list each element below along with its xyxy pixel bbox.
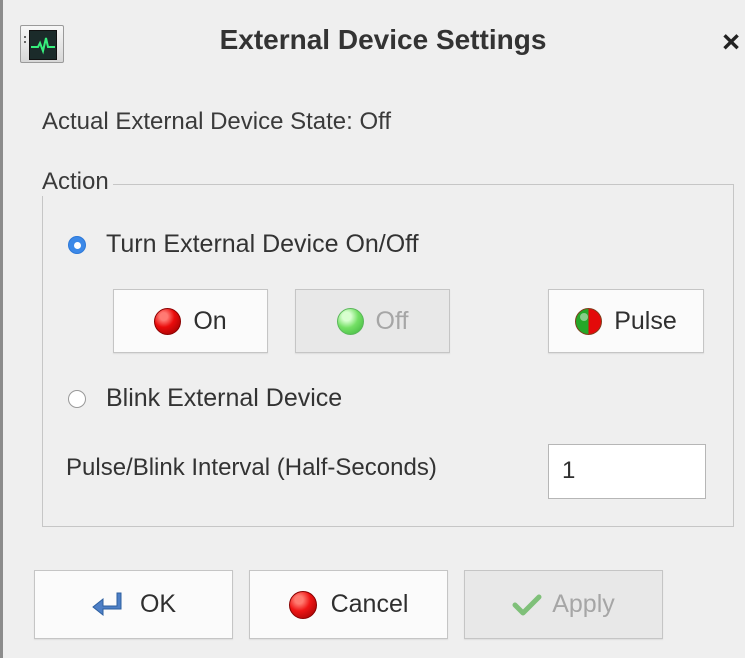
ok-button[interactable]: OK [34,570,233,639]
interval-input[interactable]: 1 [548,444,706,499]
cancel-icon [288,590,317,619]
check-icon [512,594,542,615]
on-button-label: On [193,306,227,335]
interval-label: Pulse/Blink Interval (Half-Seconds) [66,454,437,481]
apply-button[interactable]: Apply [464,570,663,639]
blink-device-radio[interactable]: Blink External Device [68,384,342,413]
apply-button-label: Apply [552,590,615,618]
unselected-radio-icon [68,389,86,408]
action-group-title: Action [42,168,113,196]
app-icon-screen [29,30,57,60]
off-button[interactable]: Off [295,289,450,353]
cancel-button-label: Cancel [330,590,409,618]
app-icon-dot-top [24,36,26,38]
close-icon[interactable]: × [716,24,745,60]
green-led-icon [336,307,364,335]
title-bar: External Device Settings × [3,0,745,86]
dialog-title: External Device Settings [219,24,547,55]
selected-radio-icon [68,235,86,254]
external-device-settings-dialog: External Device Settings × Actual Extern… [0,0,745,658]
blink-device-radio-label: Blink External Device [106,384,343,412]
turn-device-radio-label: Turn External Device On/Off [106,230,419,258]
ok-button-label: OK [139,590,177,618]
pulse-wave-icon [31,37,55,55]
actual-device-state: Actual External Device State: Off [42,108,392,135]
cancel-button[interactable]: Cancel [249,570,448,639]
off-button-label: Off [375,306,409,335]
return-arrow-icon [92,592,122,617]
pulse-led-icon [575,307,603,335]
turn-device-radio[interactable]: Turn External Device On/Off [68,230,419,259]
pulse-button[interactable]: Pulse [548,289,704,353]
external-device-monitor-icon [20,25,64,63]
red-led-icon [154,307,182,335]
app-icon-dot-bottom [24,41,26,43]
on-button[interactable]: On [113,289,268,353]
pulse-button-label: Pulse [614,306,677,335]
